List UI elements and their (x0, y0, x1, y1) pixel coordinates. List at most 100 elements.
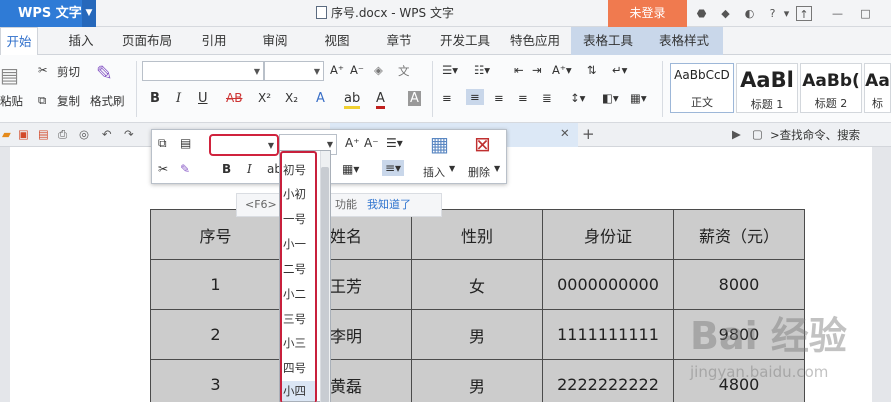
delete-table-icon[interactable]: ⊠ (474, 132, 491, 156)
style-heading-1[interactable]: AaBl 标题 1 (736, 63, 798, 113)
tab-insert[interactable]: 插入 (62, 27, 100, 55)
borders-icon[interactable]: ▦▾ (630, 91, 647, 105)
underline-icon[interactable]: U (198, 91, 208, 106)
copy-icon[interactable]: ⧉ (158, 136, 167, 151)
format-painter-icon[interactable]: ✎ (180, 162, 190, 176)
italic-icon[interactable]: I (176, 91, 181, 106)
settings-icon[interactable]: ◐ (742, 6, 757, 21)
borders-icon[interactable]: ▦▾ (342, 162, 359, 176)
tab-home[interactable]: 开始 (0, 27, 38, 56)
command-search[interactable]: >查找命令、搜索 (770, 126, 860, 144)
show-marks-icon[interactable]: ↵▾ (612, 63, 627, 77)
subscript-icon[interactable]: X₂ (285, 91, 298, 105)
table-cell[interactable]: 1 (150, 259, 281, 310)
shrink-font-icon[interactable]: A⁻ (364, 136, 379, 150)
folder-icon[interactable]: ▰ (2, 127, 11, 141)
justify-icon[interactable]: ≡ (518, 91, 528, 105)
table-cell[interactable]: 8000 (673, 259, 805, 310)
got-it-link[interactable]: 我知道了 (367, 194, 411, 216)
tab-page-layout[interactable]: 页面布局 (118, 27, 176, 55)
restore-ribbon-icon[interactable]: ↑ (796, 6, 812, 21)
font-size-select[interactable]: ▼ (264, 61, 324, 81)
insert-button[interactable]: 插入 (423, 164, 445, 180)
font-name-select[interactable]: ▼ (209, 134, 279, 156)
scissors-icon[interactable]: ✂ (38, 63, 48, 77)
delete-button[interactable]: 删除 (468, 164, 490, 180)
copy-button[interactable]: 复制 (57, 93, 80, 109)
export-pdf-icon[interactable]: ▤ (38, 127, 49, 141)
format-painter-button[interactable]: 格式刷 (90, 93, 125, 109)
insert-table-icon[interactable]: ▦ (430, 132, 449, 156)
font-size-option[interactable]: 小一 (282, 234, 315, 254)
minimize-icon[interactable]: — (830, 6, 845, 21)
header-cell[interactable]: 薪资（元） (673, 209, 805, 260)
text-effect-icon[interactable]: A (316, 91, 325, 106)
chevron-down-icon[interactable]: ▼ (254, 67, 260, 76)
grow-font-icon[interactable]: A⁺ (345, 136, 360, 150)
table-cell[interactable]: 0000000000 (542, 259, 674, 310)
numbered-list-icon[interactable]: ☷▾ (474, 63, 490, 77)
help-icon[interactable]: ? (765, 6, 780, 21)
align-left-icon[interactable]: ≡ (442, 91, 452, 105)
tab-table-tools[interactable]: 表格工具 (571, 27, 645, 55)
cube-icon[interactable]: ⬣ (694, 6, 709, 21)
print-preview-icon[interactable]: ◎ (79, 127, 89, 141)
increase-indent-icon[interactable]: ⇥ (532, 63, 542, 77)
font-size-option[interactable]: 二号 (282, 259, 315, 279)
strikethrough-icon[interactable]: AB (226, 91, 242, 105)
table-cell[interactable]: 3 (150, 359, 281, 402)
font-size-option[interactable]: 三号 (282, 309, 315, 329)
table-cell[interactable]: 女 (411, 259, 543, 310)
table-cell[interactable]: 2 (150, 309, 281, 360)
table-cell[interactable]: 男 (411, 309, 543, 360)
font-size-option[interactable]: 一号 (282, 209, 315, 229)
header-cell[interactable]: 序号 (150, 209, 281, 260)
font-size-option[interactable]: 初号 (282, 160, 315, 180)
align-center-icon[interactable]: ≡▾ (382, 160, 405, 176)
style-normal[interactable]: AaBbCcD 正文 (670, 63, 734, 113)
font-size-option[interactable]: 小三 (282, 333, 315, 353)
font-size-option[interactable]: 小二 (282, 284, 315, 304)
align-right-icon[interactable]: ≡ (494, 91, 504, 105)
scrollbar[interactable] (320, 151, 330, 402)
font-color-icon[interactable]: A (376, 91, 385, 109)
shrink-font-icon[interactable]: A⁻ (350, 63, 364, 77)
chevron-down-icon[interactable]: ▼ (314, 67, 320, 76)
help-dropdown-icon[interactable]: ▾ (779, 6, 794, 21)
tab-special[interactable]: 特色应用 (505, 27, 565, 55)
tab-view[interactable]: 视图 (318, 27, 356, 55)
highlight-icon[interactable]: ab (344, 91, 361, 109)
line-spacing-icon[interactable]: ↕▾ (570, 91, 585, 105)
redo-icon[interactable]: ↷ (124, 127, 134, 141)
style-heading-3[interactable]: Aa 标 (864, 63, 891, 113)
chevron-down-icon[interactable]: ▼ (268, 141, 274, 150)
paste-button[interactable]: 粘贴 (0, 93, 23, 109)
font-size-option[interactable]: 四号 (282, 358, 315, 378)
font-name-select[interactable]: ▼ (142, 61, 264, 81)
superscript-icon[interactable]: X² (258, 91, 271, 105)
undo-icon[interactable]: ↶ (102, 127, 112, 141)
paste-icon[interactable]: ▤ (180, 136, 191, 150)
shirt-icon[interactable]: ◆ (718, 6, 733, 21)
header-cell[interactable]: 性别 (411, 209, 543, 260)
char-shading-icon[interactable]: A (408, 91, 421, 106)
tab-developer[interactable]: 开发工具 (436, 27, 494, 55)
scissors-icon[interactable]: ✂ (158, 162, 168, 176)
header-cell[interactable]: 身份证 (542, 209, 674, 260)
shading-icon[interactable]: ◧▾ (602, 91, 619, 105)
font-size-option[interactable]: 小四 (282, 381, 315, 401)
window-icon[interactable]: ▢ (752, 127, 763, 141)
bullet-list-icon[interactable]: ☰▾ (442, 63, 458, 77)
phonetic-guide-icon[interactable]: 文 (398, 63, 410, 79)
italic-icon[interactable]: I (247, 162, 252, 176)
align-center-icon[interactable]: ≡ (466, 89, 484, 105)
cut-button[interactable]: 剪切 (57, 64, 80, 80)
distributed-icon[interactable]: ≣ (542, 91, 552, 105)
format-painter-icon[interactable]: ✎ (96, 61, 113, 85)
clear-format-icon[interactable]: ◈ (374, 63, 383, 77)
scrollbar-thumb[interactable] (321, 167, 329, 402)
chevron-down-icon[interactable]: ▼ (82, 0, 96, 27)
table-cell[interactable]: 男 (411, 359, 543, 402)
save-icon[interactable]: ▣ (18, 127, 29, 141)
print-icon[interactable]: ⎙ (58, 127, 67, 142)
